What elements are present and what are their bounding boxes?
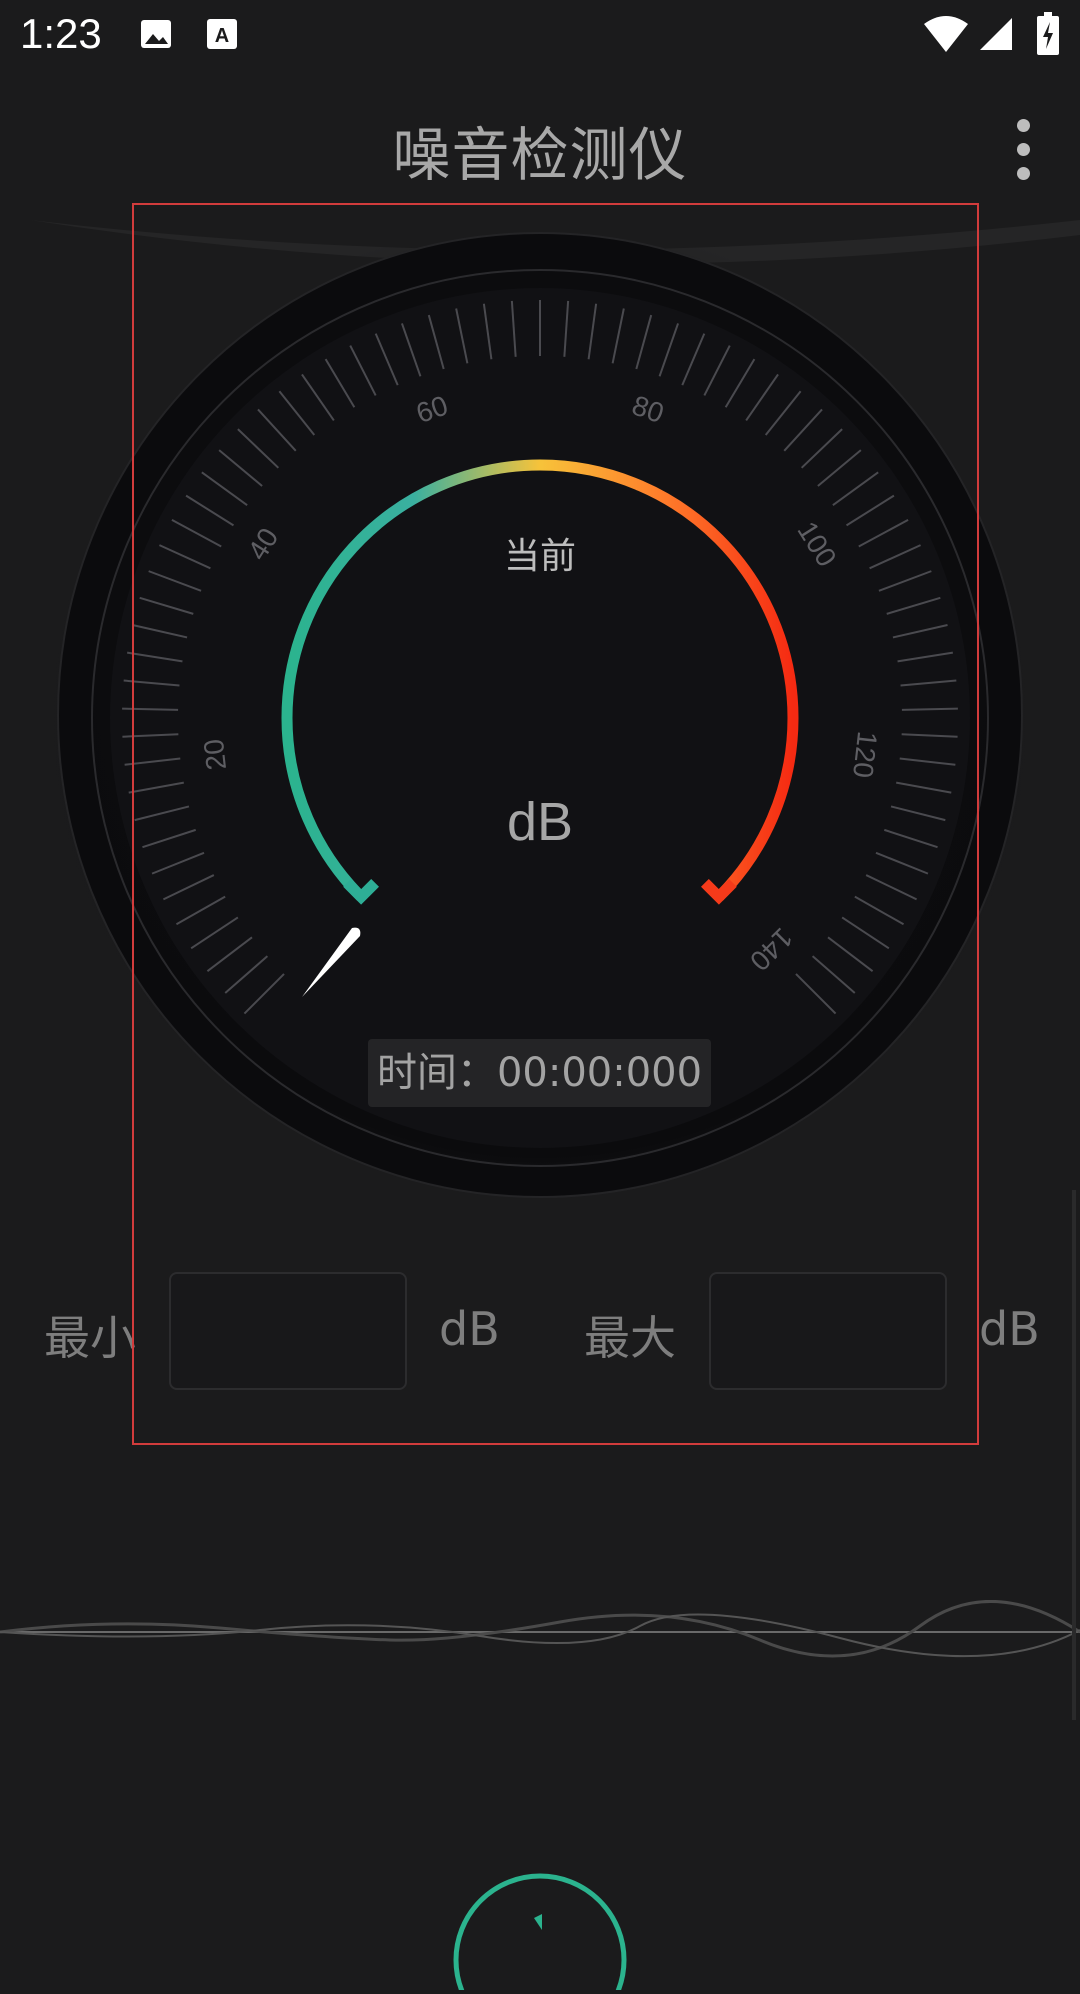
max-label: 最大 <box>584 1311 676 1365</box>
battery-charging-icon <box>1036 12 1060 60</box>
current-label: 当前 <box>504 536 576 577</box>
image-icon <box>138 16 174 56</box>
start-button[interactable] <box>450 1870 630 1994</box>
min-unit: dB <box>439 1302 500 1356</box>
wifi-icon <box>922 14 970 58</box>
more-vert-icon[interactable] <box>1005 115 1041 185</box>
min-value-field <box>169 1272 407 1390</box>
font-download-icon: A <box>204 16 240 56</box>
scale-label: 20 <box>198 737 232 771</box>
scrollbar[interactable] <box>1072 1190 1076 1720</box>
status-time: 1:23 <box>20 10 102 57</box>
waveform <box>0 1600 1080 1680</box>
unit-label: dB <box>507 792 573 852</box>
time-label: 时间： <box>376 1050 497 1096</box>
gauge-tick <box>122 707 179 711</box>
elapsed-time: 时间：00:00:000 <box>368 1039 711 1107</box>
scale-label: 120 <box>847 730 883 780</box>
min-label: 最小 <box>44 1311 136 1365</box>
svg-text:A: A <box>215 25 229 47</box>
time-value: 00:00:000 <box>496 1050 703 1096</box>
play-icon <box>453 1873 627 1994</box>
status-bar: 1:23 A <box>0 0 1080 72</box>
max-value-field <box>709 1272 947 1390</box>
gauge-tick <box>901 707 958 711</box>
max-unit: dB <box>979 1302 1040 1356</box>
page-title: 噪音检测仪 <box>392 121 688 189</box>
min-max-row: 最小 dB 最大 dB <box>0 1270 1080 1395</box>
signal-icon <box>978 16 1014 56</box>
